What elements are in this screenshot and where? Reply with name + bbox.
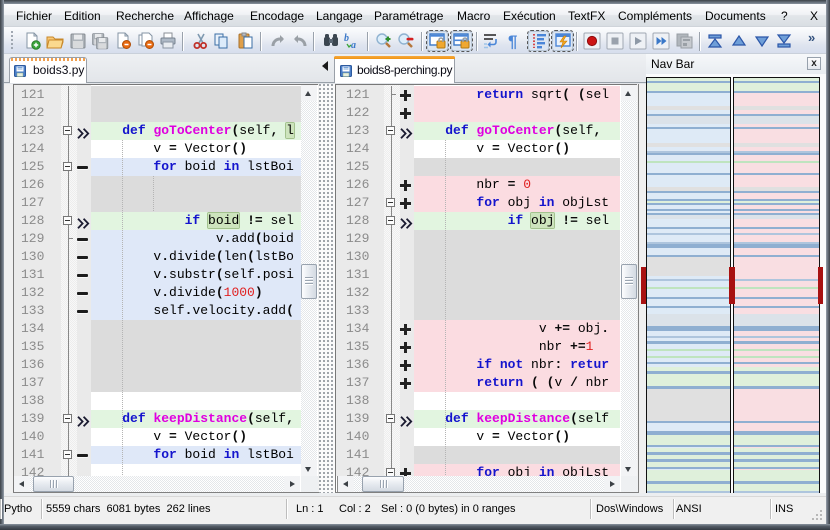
svg-text:¶: ¶ xyxy=(508,32,517,50)
svg-text:b: b xyxy=(344,33,349,44)
svg-text:a: a xyxy=(351,40,356,50)
